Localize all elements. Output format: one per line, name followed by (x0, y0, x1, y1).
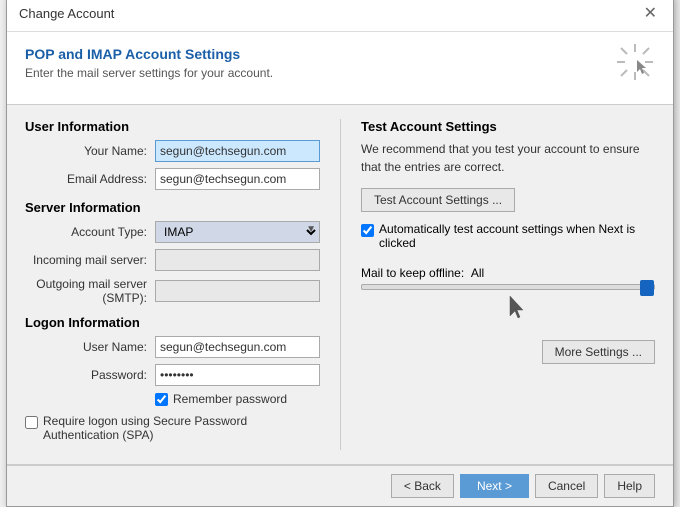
offline-slider-thumb[interactable] (640, 280, 654, 296)
your-name-label: Your Name: (25, 144, 155, 158)
more-settings-row: More Settings ... (361, 340, 655, 364)
header-text: POP and IMAP Account Settings Enter the … (25, 46, 273, 80)
password-label: Password: (25, 368, 155, 382)
require-spa-label: Require logon using Secure Password Auth… (43, 414, 320, 442)
username-row: User Name: (25, 336, 320, 358)
username-label: User Name: (25, 340, 155, 354)
more-settings-button[interactable]: More Settings ... (542, 340, 655, 364)
offline-slider-row (361, 284, 655, 290)
remember-password-row: Remember password (155, 392, 320, 406)
cancel-button[interactable]: Cancel (535, 474, 598, 498)
right-description: We recommend that you test your account … (361, 140, 655, 176)
help-button[interactable]: Help (604, 474, 655, 498)
outgoing-server-input[interactable] (155, 280, 320, 302)
your-name-row: Your Name: (25, 140, 320, 162)
outgoing-server-label: Outgoing mail server (SMTP): (25, 277, 155, 305)
offline-value: All (471, 266, 484, 280)
username-input[interactable] (155, 336, 320, 358)
cursor-icon (381, 294, 655, 328)
cursor-header-icon (615, 42, 655, 90)
account-type-label: Account Type: (25, 225, 155, 239)
require-spa-row: Require logon using Secure Password Auth… (25, 414, 320, 442)
outgoing-server-row: Outgoing mail server (SMTP): (25, 277, 320, 305)
next-button[interactable]: Next > (460, 474, 529, 498)
header-title: POP and IMAP Account Settings (25, 46, 273, 62)
email-input[interactable] (155, 168, 320, 190)
close-button[interactable]: ✕ (640, 3, 661, 23)
back-button[interactable]: < Back (391, 474, 454, 498)
test-account-settings-button[interactable]: Test Account Settings ... (361, 188, 515, 212)
your-name-input[interactable] (155, 140, 320, 162)
offline-section: Mail to keep offline: All (361, 266, 655, 328)
offline-slider-track[interactable] (361, 284, 655, 290)
title-bar: Change Account ✕ (7, 0, 673, 32)
auto-test-row: Automatically test account settings when… (361, 222, 655, 250)
header-section: POP and IMAP Account Settings Enter the … (7, 32, 673, 105)
password-input[interactable] (155, 364, 320, 386)
logon-info-label: Logon Information (25, 315, 320, 330)
left-panel: User Information Your Name: Email Addres… (25, 119, 320, 450)
user-info-label: User Information (25, 119, 320, 134)
change-account-dialog: Change Account ✕ POP and IMAP Account Se… (6, 0, 674, 507)
incoming-server-row: Incoming mail server: (25, 249, 320, 271)
incoming-server-label: Incoming mail server: (25, 253, 155, 267)
require-spa-checkbox[interactable] (25, 416, 38, 429)
incoming-server-input[interactable] (155, 249, 320, 271)
offline-label-text: Mail to keep offline: (361, 266, 464, 280)
account-type-row: Account Type: IMAP POP3 (25, 221, 320, 243)
email-label: Email Address: (25, 172, 155, 186)
email-row: Email Address: (25, 168, 320, 190)
password-row: Password: (25, 364, 320, 386)
account-type-wrapper: IMAP POP3 (155, 221, 320, 243)
footer: < Back Next > Cancel Help (7, 465, 673, 506)
right-title: Test Account Settings (361, 119, 655, 134)
account-type-select[interactable]: IMAP POP3 (155, 221, 320, 243)
auto-test-checkbox[interactable] (361, 224, 374, 237)
remember-password-checkbox[interactable] (155, 393, 168, 406)
dialog-title: Change Account (19, 6, 114, 21)
auto-test-label: Automatically test account settings when… (379, 222, 655, 250)
remember-password-label: Remember password (173, 392, 287, 406)
header-subtitle: Enter the mail server settings for your … (25, 66, 273, 80)
test-btn-row: Test Account Settings ... (361, 188, 655, 212)
server-info-label: Server Information (25, 200, 320, 215)
offline-label: Mail to keep offline: All (361, 266, 655, 280)
right-panel: Test Account Settings We recommend that … (340, 119, 655, 450)
content-area: User Information Your Name: Email Addres… (7, 105, 673, 464)
